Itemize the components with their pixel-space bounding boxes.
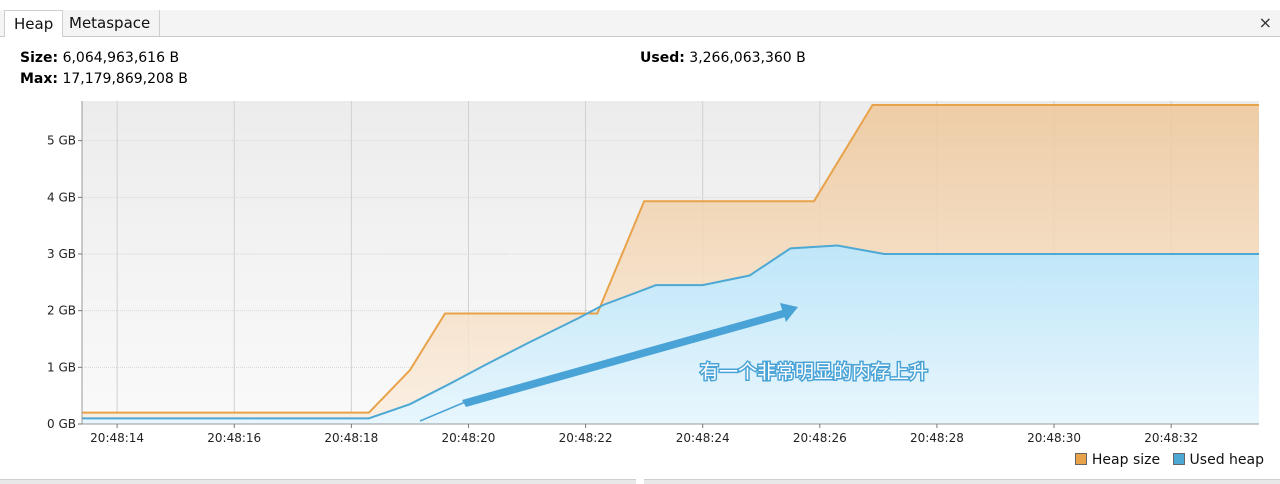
legend-item-used-heap: Used heap xyxy=(1172,452,1264,468)
used-stat: Used: 3,266,063,360 B xyxy=(640,50,806,66)
x-tick-label: 20:48:32 xyxy=(1144,431,1198,445)
y-tick-label: 3 GB xyxy=(47,247,76,261)
bottom-panel-right xyxy=(644,479,1280,484)
heap-chart: 0 GB 1 GB 2 GB 3 GB 4 GB 5 GB 20:48:14 20:48:16… xyxy=(0,96,1280,476)
heap-monitor-window: Heap Metaspace × Size: 6,064,963,616 B M… xyxy=(0,0,1280,484)
close-icon[interactable]: × xyxy=(1259,12,1272,34)
x-tick-label: 20:48:24 xyxy=(676,431,730,445)
x-tick-label: 20:48:14 xyxy=(90,431,144,445)
heap-chart-svg: 0 GB 1 GB 2 GB 3 GB 4 GB 5 GB 20:48:14 20:48:16… xyxy=(47,101,1259,445)
legend-swatch-used-heap xyxy=(1172,453,1185,465)
tab-heap[interactable]: Heap xyxy=(4,10,64,37)
used-value: 3,266,063,360 B xyxy=(689,50,806,66)
y-tick-label: 2 GB xyxy=(47,304,76,318)
size-stat: Size: 6,064,963,616 B xyxy=(20,50,179,66)
tab-metaspace[interactable]: Metaspace xyxy=(60,10,161,36)
y-tick-label: 0 GB xyxy=(47,417,76,431)
tab-bar: Heap Metaspace × xyxy=(0,10,1280,37)
chart-legend: Heap size Used heap xyxy=(1067,452,1264,468)
x-tick-label: 20:48:16 xyxy=(207,431,261,445)
x-tick-label: 20:48:28 xyxy=(910,431,964,445)
legend-label-heap-size: Heap size xyxy=(1091,452,1161,468)
annotation-label: 有一个非常明显的内存上升 xyxy=(700,361,928,383)
y-tick-label: 1 GB xyxy=(47,360,76,374)
bottom-panel-left xyxy=(0,479,636,484)
x-tick-label: 20:48:22 xyxy=(559,431,613,445)
max-label: Max: xyxy=(20,71,59,87)
x-tick-label: 20:48:18 xyxy=(324,431,378,445)
max-value: 17,179,869,208 B xyxy=(62,71,188,87)
x-tick-label: 20:48:20 xyxy=(442,431,496,445)
size-value: 6,064,963,616 B xyxy=(62,50,180,66)
x-tick-label: 20:48:30 xyxy=(1027,431,1081,445)
x-tick-label: 20:48:26 xyxy=(793,431,847,445)
y-tick-label: 4 GB xyxy=(47,190,76,204)
size-label: Size: xyxy=(20,50,59,66)
legend-item-heap-size: Heap size xyxy=(1074,452,1161,468)
used-label: Used: xyxy=(640,50,685,66)
bottom-panel-edge xyxy=(0,479,1280,484)
y-tick-label: 5 GB xyxy=(47,134,76,148)
legend-label-used-heap: Used heap xyxy=(1189,452,1264,468)
legend-swatch-heap-size xyxy=(1074,453,1087,465)
max-stat: Max: 17,179,869,208 B xyxy=(20,71,188,87)
